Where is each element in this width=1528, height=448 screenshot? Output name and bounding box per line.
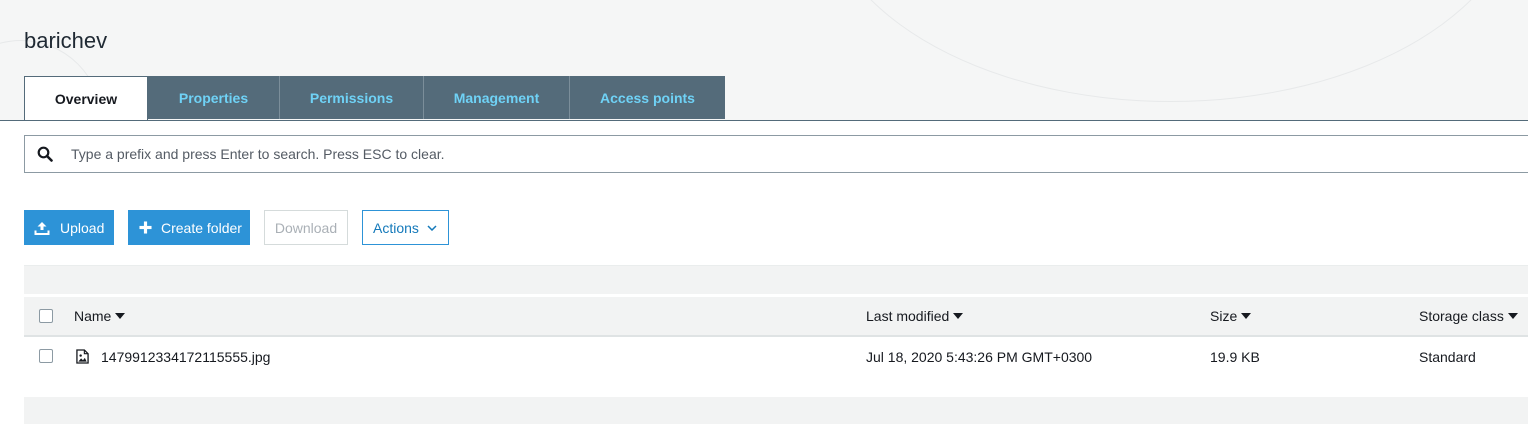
caret-down-icon <box>1507 313 1518 319</box>
download-label: Download <box>274 219 338 236</box>
tab-bar: Overview Properties Permissions Manageme… <box>24 76 725 120</box>
column-label: Last modified <box>866 308 950 324</box>
image-file-icon <box>76 349 89 364</box>
search-input[interactable] <box>69 145 1528 163</box>
tab-label: Overview <box>54 90 118 107</box>
actions-dropdown[interactable]: Actions <box>362 210 449 245</box>
tab-permissions[interactable]: Permissions <box>280 76 424 119</box>
tab-label: Properties <box>178 89 249 106</box>
file-name-link[interactable]: 1479912334172115555.jpg <box>101 337 270 377</box>
tab-properties[interactable]: Properties <box>148 76 280 119</box>
table-toolbar-band <box>24 265 1528 294</box>
page-header: barichev Overview Properties Permissions… <box>0 0 1528 121</box>
upload-label: Upload <box>60 219 105 236</box>
column-header-last-modified[interactable]: Last modified <box>866 297 964 335</box>
chevron-down-icon <box>427 224 437 231</box>
download-button[interactable]: Download <box>264 210 348 245</box>
search-icon <box>37 146 53 162</box>
caret-down-icon <box>1241 313 1252 319</box>
last-modified-value: Jul 18, 2020 5:43:26 PM GMT+0300 <box>866 349 1093 365</box>
plus-icon <box>139 221 152 234</box>
actions-label: Actions <box>373 219 419 236</box>
caret-down-icon <box>115 313 126 319</box>
select-all-checkbox[interactable] <box>39 309 53 323</box>
column-header-storage-class[interactable]: Storage class <box>1419 297 1518 335</box>
caret-down-icon <box>953 313 964 319</box>
create-folder-button[interactable]: Create folder <box>128 210 250 245</box>
table-footer-band <box>24 397 1528 424</box>
create-folder-label: Create folder <box>161 219 242 236</box>
page-title: barichev <box>24 28 108 53</box>
size-value: 19.9 KB <box>1210 349 1260 365</box>
column-header-size[interactable]: Size <box>1210 297 1252 335</box>
table-header: Name Last modified Size Storage class <box>24 297 1528 337</box>
tab-management[interactable]: Management <box>424 76 570 119</box>
upload-button[interactable]: Upload <box>24 210 114 245</box>
column-label: Storage class <box>1419 308 1504 324</box>
tab-overview[interactable]: Overview <box>24 76 148 120</box>
background-decoration <box>820 0 1522 102</box>
storage-class-value: Standard <box>1419 349 1476 365</box>
search-bar <box>24 135 1528 173</box>
table-row: 1479912334172115555.jpg Jul 18, 2020 5:4… <box>24 337 1528 377</box>
tab-label: Permissions <box>309 89 394 106</box>
upload-icon <box>34 221 50 235</box>
row-checkbox[interactable] <box>39 349 53 363</box>
column-label: Size <box>1210 308 1238 324</box>
tab-label: Management <box>453 89 540 106</box>
tab-label: Access points <box>600 89 695 106</box>
tab-access-points[interactable]: Access points <box>570 76 725 119</box>
column-label: Name <box>74 308 112 324</box>
column-header-name[interactable]: Name <box>74 297 126 335</box>
